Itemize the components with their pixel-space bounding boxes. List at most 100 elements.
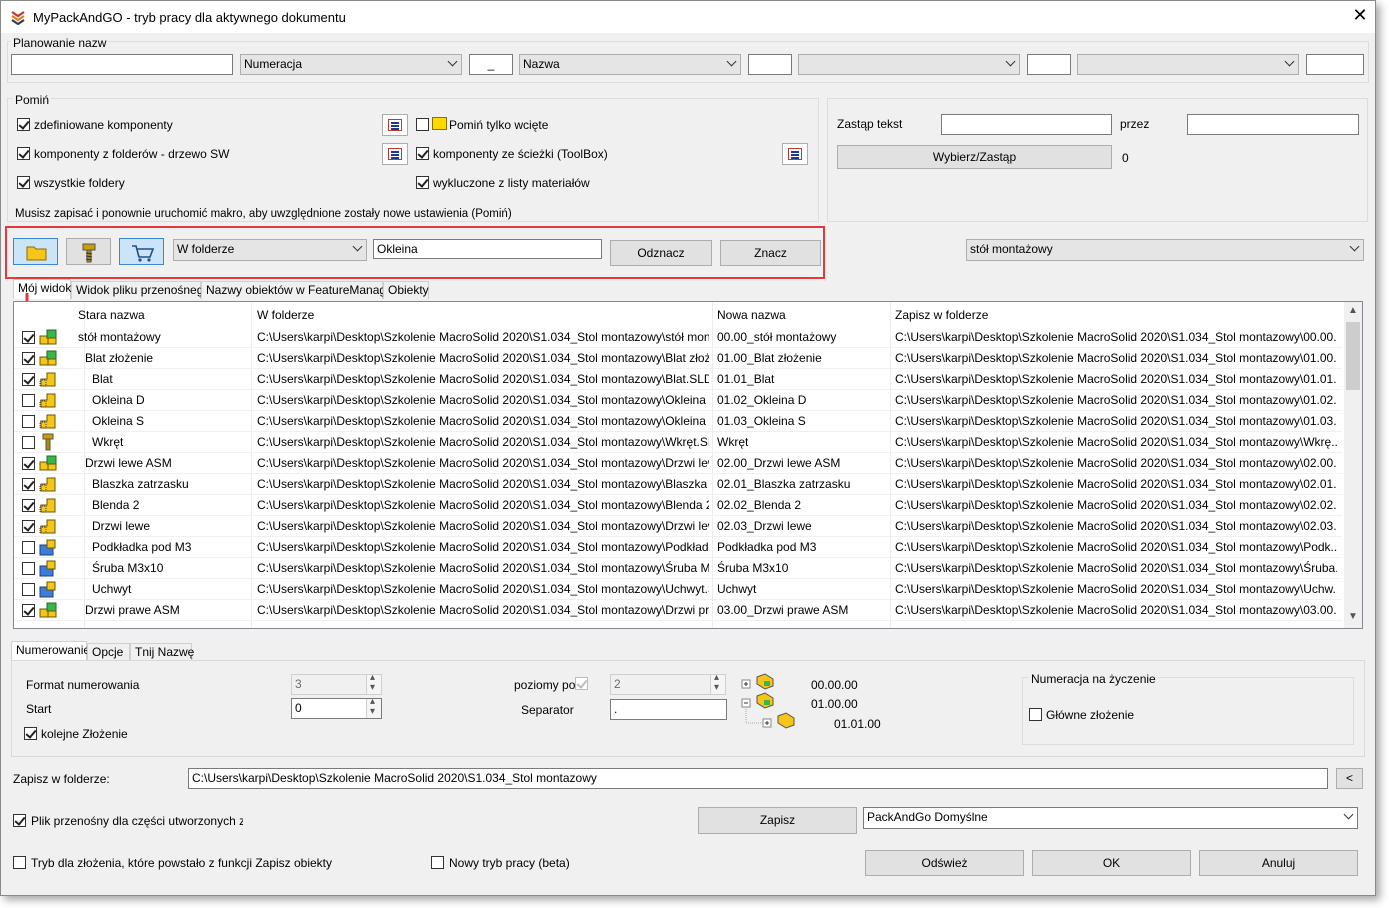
defined-components-checkbox[interactable]: [17, 118, 30, 131]
table-row[interactable]: Blaszka zatrzasku C:\Users\karpi\Desktop\…: [14, 474, 1342, 495]
cell-save-folder: C:\Users\karpi\Desktop\Szkolenie MacroSo…: [895, 561, 1337, 575]
ok-button[interactable]: OK: [1032, 850, 1191, 876]
row-checkbox[interactable]: [22, 373, 35, 386]
tab-featuremanager-names[interactable]: Nazwy obiektów w FeatureManager: [201, 281, 397, 299]
col-header-folder[interactable]: W folderze: [257, 308, 314, 322]
col-header-old-name[interactable]: Stara nazwa: [78, 308, 145, 322]
spinner-arrows-icon[interactable]: [710, 672, 725, 694]
separator-input[interactable]: .: [610, 699, 727, 720]
tab-portable-file-view[interactable]: Widok pliku przenośnego: [71, 281, 210, 299]
table-row[interactable]: Drzwi lewe ASM C:\Users\karpi\Desktop\Szk…: [14, 453, 1342, 474]
row-checkbox[interactable]: [22, 604, 35, 617]
row-checkbox[interactable]: [22, 352, 35, 365]
table-row[interactable]: stół montażowy C:\Users\karpi\Desktop\Szk…: [14, 327, 1342, 348]
vertical-scrollbar[interactable]: ▲ ▼: [1344, 302, 1362, 628]
numbering-combo-value: Numeracja: [244, 57, 303, 71]
table-row[interactable]: Drzwi lewe C:\Users\karpi\Desktop\Szkolen…: [14, 516, 1342, 537]
table-row[interactable]: Śruba M3x10 C:\Users\karpi\Desktop\Szkole…: [14, 558, 1342, 579]
row-checkbox[interactable]: [22, 520, 35, 533]
separator-field[interactable]: _: [469, 54, 513, 75]
list-settings-icon[interactable]: [382, 143, 408, 165]
tab-numbering[interactable]: Numerowanie: [11, 641, 90, 661]
row-checkbox[interactable]: [22, 541, 35, 554]
components-grid[interactable]: Stara nazwa W folderze Nowa nazwa Zapisz…: [13, 301, 1363, 629]
select-replace-button[interactable]: Wybierz/Zastąp: [837, 145, 1112, 169]
mark-button[interactable]: Znacz: [720, 240, 821, 266]
purchased-filter-button[interactable]: [119, 238, 164, 265]
name-combo[interactable]: Nazwa: [519, 54, 741, 75]
row-checkbox[interactable]: [22, 562, 35, 575]
save-folder-input[interactable]: C:\Users\karpi\Desktop\Szkolenie MacroSo…: [188, 768, 1328, 789]
folders-tree-checkbox[interactable]: [17, 147, 30, 160]
browse-folder-button[interactable]: <: [1336, 768, 1363, 789]
table-row[interactable]: Wkręt C:\Users\karpi\Desktop\Szkolenie Ma…: [14, 432, 1342, 453]
levels-spinner[interactable]: 2: [610, 672, 726, 695]
spinner-arrows-icon[interactable]: [366, 672, 381, 694]
profile-combo[interactable]: PackAndGo Domyślne: [863, 807, 1358, 829]
cell-folder: C:\Users\karpi\Desktop\Szkolenie MacroSo…: [257, 372, 709, 386]
excluded-bom-checkbox[interactable]: [416, 176, 429, 189]
separator-field-3[interactable]: [1027, 54, 1071, 75]
all-folders-checkbox[interactable]: [17, 176, 30, 189]
cell-save-folder: C:\Users\karpi\Desktop\Szkolenie MacroSo…: [895, 582, 1337, 596]
cell-new-name: Podkładka pod M3: [717, 540, 817, 554]
table-row[interactable]: Drzwi prawe ASM C:\Users\karpi\Desktop\Sz…: [14, 600, 1342, 621]
list-settings-icon[interactable]: [382, 114, 408, 136]
levels-checkbox[interactable]: [575, 677, 588, 690]
prefix-field[interactable]: [11, 54, 233, 75]
cut-folder-icon: [432, 117, 447, 130]
cancel-button[interactable]: Anuluj: [1199, 850, 1358, 876]
row-checkbox[interactable]: [22, 478, 35, 491]
table-row[interactable]: Blat złożenie C:\Users\karpi\Desktop\Szko…: [14, 348, 1342, 369]
col-header-new-name[interactable]: Nowa nazwa: [717, 308, 786, 322]
table-row[interactable]: Blenda 2 C:\Users\karpi\Desktop\Szkolenie…: [14, 495, 1342, 516]
filter-mode-combo[interactable]: W folderze: [173, 239, 367, 261]
list-settings-icon[interactable]: [782, 143, 808, 165]
main-assembly-checkbox[interactable]: [1029, 708, 1042, 721]
assembly-combo[interactable]: stół montażowy: [966, 239, 1364, 261]
col-header-save-folder[interactable]: Zapisz w folderze: [895, 308, 988, 322]
unmark-button[interactable]: Odznacz: [610, 240, 712, 266]
row-checkbox[interactable]: [22, 457, 35, 470]
row-checkbox[interactable]: [22, 331, 35, 344]
find-text-input[interactable]: [941, 114, 1112, 135]
portable-file-checkbox[interactable]: [13, 814, 26, 827]
toolbox-filter-button[interactable]: [66, 238, 111, 265]
scroll-up-icon[interactable]: ▲: [1348, 305, 1358, 316]
row-checkbox[interactable]: [22, 583, 35, 596]
close-icon[interactable]: ✕: [1350, 5, 1370, 26]
table-row[interactable]: Blat C:\Users\karpi\Desktop\Szkolenie Mac…: [14, 369, 1342, 390]
folder-filter-button[interactable]: [13, 238, 58, 265]
replace-with-input[interactable]: [1187, 114, 1359, 135]
spinner-arrows-icon[interactable]: [366, 696, 381, 718]
start-spinner[interactable]: 0: [291, 696, 382, 719]
scroll-down-icon[interactable]: ▼: [1348, 611, 1358, 622]
tab-options[interactable]: Opcje: [87, 643, 130, 661]
table-row[interactable]: Okleina D C:\Users\karpi\Desktop\Szkoleni…: [14, 390, 1342, 411]
saved-objects-mode-checkbox[interactable]: [13, 856, 26, 869]
next-assembly-checkbox[interactable]: [24, 727, 37, 740]
format-spinner[interactable]: 3: [291, 672, 382, 695]
refresh-button[interactable]: Odśwież: [865, 850, 1024, 876]
table-row[interactable]: Okleina S C:\Users\karpi\Desktop\Szkoleni…: [14, 411, 1342, 432]
numbering-combo[interactable]: Numeracja: [240, 54, 462, 75]
table-row[interactable]: Podkładka pod M3 C:\Users\karpi\Desktop\S…: [14, 537, 1342, 558]
save-button[interactable]: Zapisz: [698, 807, 857, 834]
table-row[interactable]: Uchwyt C:\Users\karpi\Desktop\Szkolenie M…: [14, 579, 1342, 600]
toolbox-checkbox[interactable]: [416, 147, 429, 160]
naming-combo-4[interactable]: [1077, 54, 1299, 75]
tab-trim-name[interactable]: Tnij Nazwę: [130, 643, 194, 661]
row-checkbox[interactable]: [22, 415, 35, 428]
naming-combo-3[interactable]: [798, 54, 1020, 75]
row-checkbox[interactable]: [22, 499, 35, 512]
filter-text-input[interactable]: Okleina: [373, 239, 602, 259]
separator-field-2[interactable]: [748, 54, 792, 75]
row-checkbox[interactable]: [22, 394, 35, 407]
scrollbar-thumb[interactable]: [1346, 322, 1360, 390]
new-mode-beta-checkbox[interactable]: [431, 856, 444, 869]
tab-objects[interactable]: Obiekty: [383, 281, 429, 299]
replace-text-label: Zastąp tekst: [837, 117, 903, 131]
suffix-field[interactable]: [1306, 54, 1364, 75]
row-checkbox[interactable]: [22, 436, 35, 449]
cut-only-checkbox[interactable]: [416, 118, 429, 131]
